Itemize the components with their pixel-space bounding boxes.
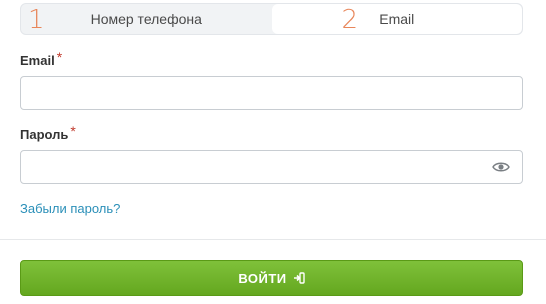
- divider: [0, 239, 546, 240]
- login-button-label: ВОЙТИ: [238, 270, 287, 286]
- tab-email[interactable]: 2 Email: [271, 4, 522, 35]
- password-field-wrapper: [20, 150, 523, 184]
- tab-label: Номер телефона: [90, 11, 202, 27]
- login-method-tabs: 1 Номер телефона 2 Email: [20, 3, 523, 35]
- eye-icon[interactable]: [492, 161, 510, 173]
- required-mark: *: [56, 49, 63, 65]
- email-field[interactable]: [21, 77, 522, 109]
- tab-phone[interactable]: 1 Номер телефона: [21, 4, 272, 34]
- password-label: Пароль *: [20, 123, 76, 143]
- required-mark: *: [70, 123, 76, 139]
- email-field-wrapper: [20, 76, 523, 110]
- login-button[interactable]: ВОЙТИ: [20, 260, 523, 296]
- email-label-text: Email: [20, 53, 55, 68]
- forgot-password-link[interactable]: Забыли пароль?: [20, 201, 120, 216]
- tab-number: 2: [341, 5, 359, 35]
- password-label-text: Пароль: [20, 127, 69, 142]
- sign-in-icon: [293, 272, 305, 284]
- tab-label: Email: [379, 11, 415, 27]
- email-label: Email *: [20, 49, 62, 69]
- password-field[interactable]: [21, 151, 522, 183]
- tab-number: 1: [28, 5, 45, 35]
